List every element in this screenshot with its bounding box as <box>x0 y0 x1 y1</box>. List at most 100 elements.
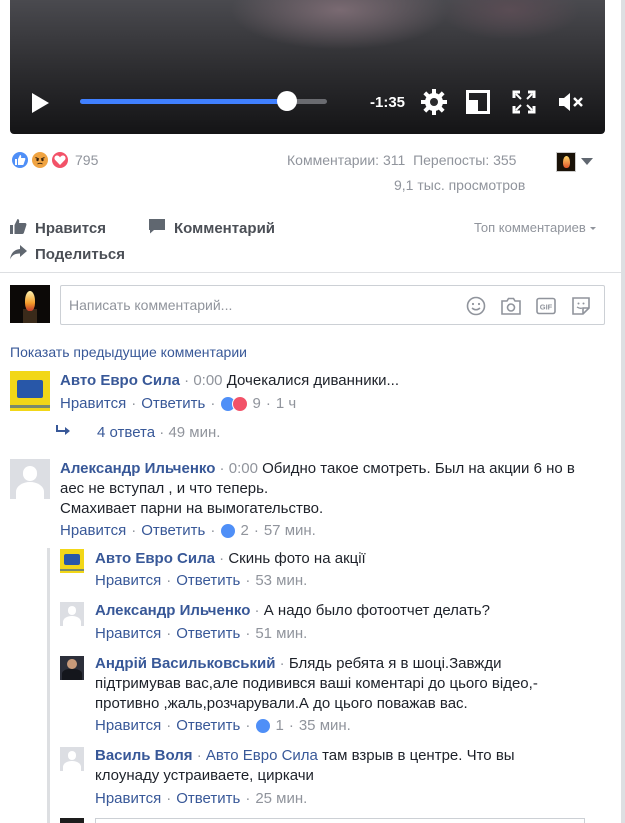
separator-dot: · <box>215 460 229 477</box>
like-label: Нравится <box>35 219 107 237</box>
reply-author[interactable]: Андрій Васильковський <box>95 655 275 672</box>
candle-flame <box>563 156 570 168</box>
video-frame-highlight <box>230 0 450 50</box>
reply-arrow-icon <box>56 424 76 441</box>
comment-author[interactable]: Александр Ильченко <box>60 460 215 477</box>
avatar[interactable] <box>10 371 50 411</box>
shares-count-link[interactable]: Перепосты: 355 <box>413 152 516 168</box>
reply-body: Авто Евро Сила · Скинь фото на акції <box>95 549 595 569</box>
video-player[interactable]: -1:35 <box>10 0 605 134</box>
my-avatar[interactable] <box>10 285 50 323</box>
comment-button[interactable]: Комментарий <box>148 218 275 238</box>
mention-tag[interactable]: Авто Евро Сила <box>206 747 318 764</box>
reply-author[interactable]: Александр Ильченко <box>95 602 250 619</box>
reply-like-link[interactable]: Нравится <box>95 625 161 642</box>
avatar[interactable] <box>60 656 84 680</box>
comment-age[interactable]: 1 ч <box>276 395 296 412</box>
comments-count-link[interactable]: Комментарии: 311 <box>287 152 405 168</box>
view-replies-link[interactable]: 4 ответа · 49 мин. <box>56 424 220 441</box>
separator-dot: · <box>192 747 206 764</box>
like-button[interactable]: Нравится <box>10 218 106 238</box>
seek-bar[interactable] <box>80 91 327 111</box>
post-panel: -1:35 795 Комментарии: 311 Перепосты: 35… <box>0 0 621 823</box>
comment-reply-link[interactable]: Ответить <box>141 395 205 412</box>
reply-author[interactable]: Авто Евро Сила <box>95 550 215 567</box>
fullscreen-icon[interactable] <box>512 90 536 119</box>
reply-meta: Нравится · Ответить · 53 мин. <box>95 572 308 589</box>
reply-thread-line <box>47 548 50 823</box>
comment-text: Смахивает парни на вымогательство. <box>60 500 324 517</box>
gear-icon[interactable] <box>420 88 448 121</box>
comment-like-link[interactable]: Нравится <box>60 395 126 412</box>
sticker-icon[interactable] <box>570 296 592 316</box>
reply-reply-link[interactable]: Ответить <box>176 572 240 589</box>
comment-author[interactable]: Авто Евро Сила <box>60 372 180 389</box>
reply-text: Скинь фото на акції <box>228 550 366 567</box>
avatar-body <box>63 760 81 771</box>
avatar[interactable] <box>10 459 50 499</box>
page-avatar[interactable] <box>556 152 576 172</box>
comment-body: Авто Евро Сила · 0:00 Дочекалися диванни… <box>60 371 605 391</box>
comment-age[interactable]: 57 мин. <box>264 522 316 539</box>
like-reaction-icon <box>220 522 237 539</box>
like-reaction-icon <box>10 150 30 170</box>
reply-meta: Нравится · Ответить · 25 мин. <box>95 790 308 807</box>
play-icon[interactable] <box>30 92 50 114</box>
comment-bubble-icon <box>148 218 166 238</box>
avatar-body <box>63 615 81 626</box>
reply-age[interactable]: 35 мин. <box>299 717 351 734</box>
mute-icon[interactable] <box>558 90 584 119</box>
gif-icon[interactable]: GIF <box>535 296 557 316</box>
chevron-down-icon[interactable] <box>581 158 593 165</box>
avatar-head <box>67 606 77 615</box>
time-remaining: -1:35 <box>370 94 406 111</box>
love-reaction-icon <box>50 150 70 170</box>
comment-label: Комментарий <box>174 219 276 237</box>
top-comments-dropdown[interactable]: Топ комментариев <box>474 220 596 235</box>
reply-like-link[interactable]: Нравится <box>95 572 161 589</box>
reply-reply-link[interactable]: Ответить <box>176 790 240 807</box>
comment-meta: Нравится · Ответить · 9 · 1 ч <box>60 395 297 412</box>
comment-reaction-count[interactable]: 9 <box>253 395 261 412</box>
comment-share-stats: Комментарии: 311 Перепосты: 355 <box>287 152 516 168</box>
angry-reaction-icon <box>30 150 50 170</box>
caret-down-icon <box>589 227 596 231</box>
reply-age[interactable]: 53 мин. <box>255 572 307 589</box>
reply-like-link[interactable]: Нравится <box>95 717 161 734</box>
separator-dot: · <box>250 602 264 619</box>
reaction-count[interactable]: 795 <box>75 152 98 168</box>
page-edge <box>621 0 625 823</box>
avatar[interactable] <box>60 549 84 573</box>
video-timestamp-link[interactable]: 0:00 <box>193 372 222 389</box>
avatar[interactable] <box>60 747 84 771</box>
video-timestamp-link[interactable]: 0:00 <box>229 460 258 477</box>
my-avatar[interactable] <box>60 818 84 823</box>
reply-age[interactable]: 51 мин. <box>255 625 307 642</box>
candle-flame <box>25 291 35 311</box>
replies-count[interactable]: 4 ответа <box>97 424 155 441</box>
comment-input[interactable]: Написать комментарий... GIF <box>60 285 605 325</box>
replies-age: 49 мин. <box>168 424 221 441</box>
reply-author[interactable]: Василь Воля <box>95 747 193 764</box>
comment-reply-link[interactable]: Ответить <box>141 522 205 539</box>
reply-like-link[interactable]: Нравится <box>95 790 161 807</box>
pip-icon[interactable] <box>466 90 490 119</box>
comment-reaction-count[interactable]: 2 <box>241 522 249 539</box>
reply-age[interactable]: 25 мин. <box>255 790 307 807</box>
reply-reply-link[interactable]: Ответить <box>176 717 240 734</box>
emoji-icon[interactable] <box>465 296 487 316</box>
comment-like-link[interactable]: Нравится <box>60 522 126 539</box>
camera-icon[interactable] <box>500 296 522 316</box>
logo-text-strip <box>60 569 84 572</box>
reply-reply-link[interactable]: Ответить <box>176 625 240 642</box>
avatar-body <box>62 669 82 680</box>
share-button[interactable]: Поделиться <box>10 245 125 264</box>
svg-text:GIF: GIF <box>540 303 553 312</box>
candle <box>23 309 37 323</box>
show-previous-comments-link[interactable]: Показать предыдущие комментарии <box>10 344 247 360</box>
seek-progress <box>80 99 288 104</box>
seek-handle[interactable] <box>277 91 298 111</box>
avatar[interactable] <box>60 602 84 626</box>
reply-input[interactable] <box>95 818 585 823</box>
reply-reaction-count[interactable]: 1 <box>276 717 284 734</box>
